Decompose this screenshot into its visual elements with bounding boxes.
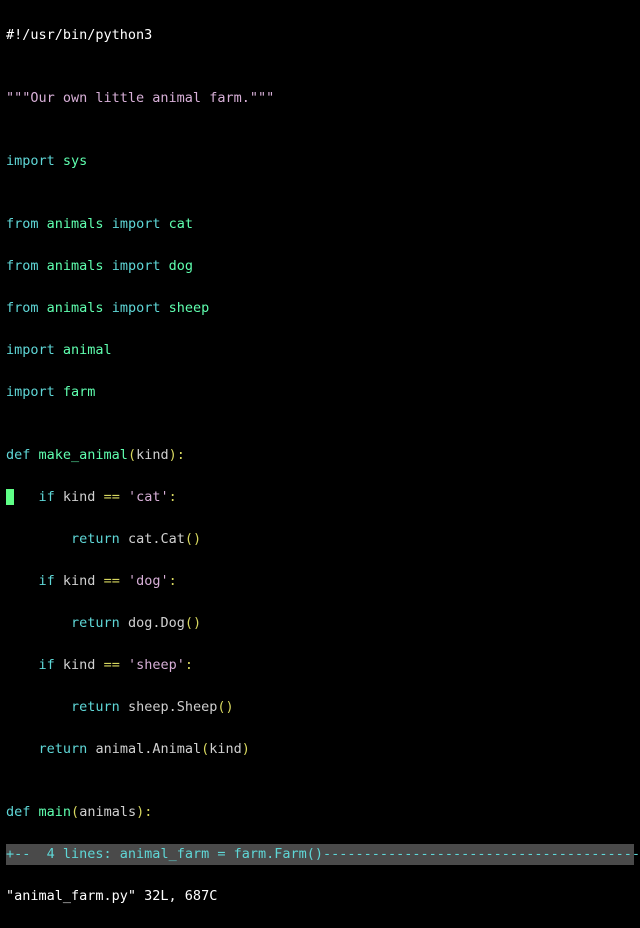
status-line: "animal_farm.py" 32L, 687C: [6, 886, 634, 907]
code-line-shebang: #!/usr/bin/python3: [6, 25, 634, 46]
code-line-if-sheep: if kind == 'sheep':: [6, 655, 634, 676]
shebang-text: #!/usr/bin/python3: [6, 27, 152, 43]
code-line-return-sheep: return sheep.Sheep(): [6, 697, 634, 718]
docstring-text: """Our own little animal farm.""": [6, 90, 274, 106]
fold-dashes: ----------------------------------------…: [323, 846, 640, 862]
code-line-if-cat: if kind == 'cat':: [6, 487, 634, 508]
blank-line: [6, 132, 14, 148]
code-line-def-main: def main(animals):: [6, 802, 634, 823]
code-line-import-dog: from animals import dog: [6, 256, 634, 277]
code-line-return-animal: return animal.Animal(kind): [6, 739, 634, 760]
code-line-import-animal: import animal: [6, 340, 634, 361]
code-line-docstring: """Our own little animal farm.""": [6, 88, 634, 109]
code-line-import-cat: from animals import cat: [6, 214, 634, 235]
code-line-return-cat: return cat.Cat(): [6, 529, 634, 550]
code-line-import-farm: import farm: [6, 382, 634, 403]
cursor: [6, 489, 14, 505]
code-line-def-make-animal: def make_animal(kind):: [6, 445, 634, 466]
fold-marker[interactable]: +-- 4 lines: animal_farm = farm.Farm()--…: [6, 844, 634, 865]
blank-line: [6, 195, 14, 211]
blank-line: [6, 426, 14, 442]
editor-viewport[interactable]: #!/usr/bin/python3 """Our own little ani…: [6, 4, 634, 524]
code-line-return-dog: return dog.Dog(): [6, 613, 634, 634]
code-line-import-sys: import sys: [6, 151, 634, 172]
blank-line: [6, 69, 14, 85]
code-line-import-sheep: from animals import sheep: [6, 298, 634, 319]
code-line-if-dog: if kind == 'dog':: [6, 571, 634, 592]
blank-line: [6, 783, 14, 799]
